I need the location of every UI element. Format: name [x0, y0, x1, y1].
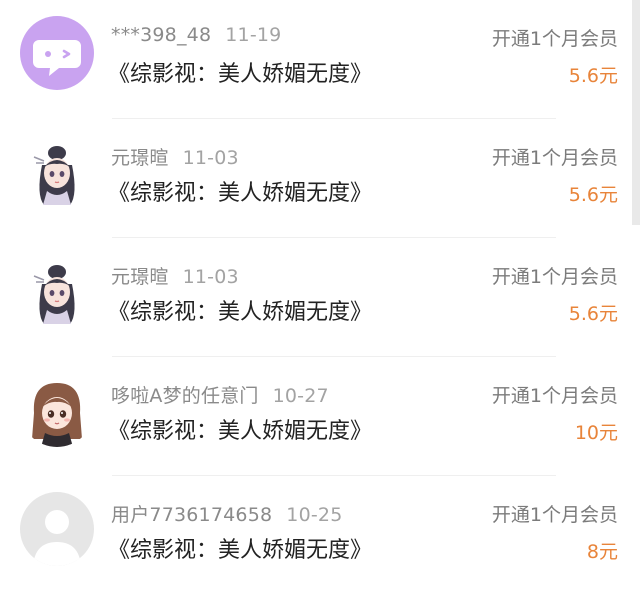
- username: ***398_48: [111, 24, 212, 46]
- record-date: 11-03: [182, 266, 239, 288]
- book-title[interactable]: 《综影视：美人娇媚无度》: [108, 413, 372, 445]
- user-meta: 用户7736174658 10-25: [111, 500, 343, 527]
- record-date: 11-19: [225, 24, 282, 46]
- user-meta: 元璟暄 11-03: [111, 262, 239, 289]
- default-user-avatar[interactable]: [20, 492, 94, 566]
- purchase-action: 开通1个月会员: [491, 385, 618, 407]
- username: 哆啦A梦的任意门: [111, 385, 259, 407]
- username: 元璟暄: [111, 266, 169, 288]
- scrollbar[interactable]: [632, 0, 640, 225]
- list-item[interactable]: ***398_48 11-19 《综影视：美人娇媚无度》 开通1个月会员 5.6元: [0, 0, 632, 119]
- list-item[interactable]: 用户7736174658 10-25 《综影视：美人娇媚无度》 开通1个月会员 8…: [0, 476, 632, 592]
- user-meta: ***398_48 11-19: [111, 24, 281, 46]
- membership-record-list: ***398_48 11-19 《综影视：美人娇媚无度》 开通1个月会员 5.6元…: [0, 0, 640, 592]
- book-title[interactable]: 《综影视：美人娇媚无度》: [108, 294, 372, 326]
- record-date: 11-03: [182, 147, 239, 169]
- anime-girl-avatar[interactable]: [20, 135, 94, 209]
- purchase-action: 开通1个月会员: [491, 504, 618, 526]
- list-item[interactable]: 哆啦A梦的任意门 10-27 《综影视：美人娇媚无度》 开通1个月会员 10元: [0, 357, 632, 476]
- price-label: 5.6元: [568, 303, 618, 325]
- price-label: 10元: [574, 422, 618, 444]
- price-label: 8元: [586, 541, 618, 563]
- price-label: 5.6元: [568, 65, 618, 87]
- purchase-action: 开通1个月会员: [491, 147, 618, 169]
- book-title[interactable]: 《综影视：美人娇媚无度》: [108, 175, 372, 207]
- book-title[interactable]: 《综影视：美人娇媚无度》: [108, 532, 372, 564]
- record-date: 10-25: [286, 504, 343, 526]
- purchase-action: 开通1个月会员: [491, 28, 618, 50]
- list-item[interactable]: 元璟暄 11-03 《综影视：美人娇媚无度》 开通1个月会员 5.6元: [0, 238, 632, 357]
- username: 用户7736174658: [111, 504, 273, 526]
- user-meta: 元璟暄 11-03: [111, 143, 239, 170]
- chat-bubble-icon[interactable]: [20, 16, 94, 90]
- price-label: 5.6元: [568, 184, 618, 206]
- anime-girl-avatar[interactable]: [20, 254, 94, 328]
- book-title[interactable]: 《综影视：美人娇媚无度》: [108, 56, 372, 88]
- list-item[interactable]: 元璟暄 11-03 《综影视：美人娇媚无度》 开通1个月会员 5.6元: [0, 119, 632, 238]
- chibi-girl-avatar[interactable]: [20, 373, 94, 447]
- username: 元璟暄: [111, 147, 169, 169]
- purchase-action: 开通1个月会员: [491, 266, 618, 288]
- record-date: 10-27: [272, 385, 329, 407]
- user-meta: 哆啦A梦的任意门 10-27: [111, 381, 329, 408]
